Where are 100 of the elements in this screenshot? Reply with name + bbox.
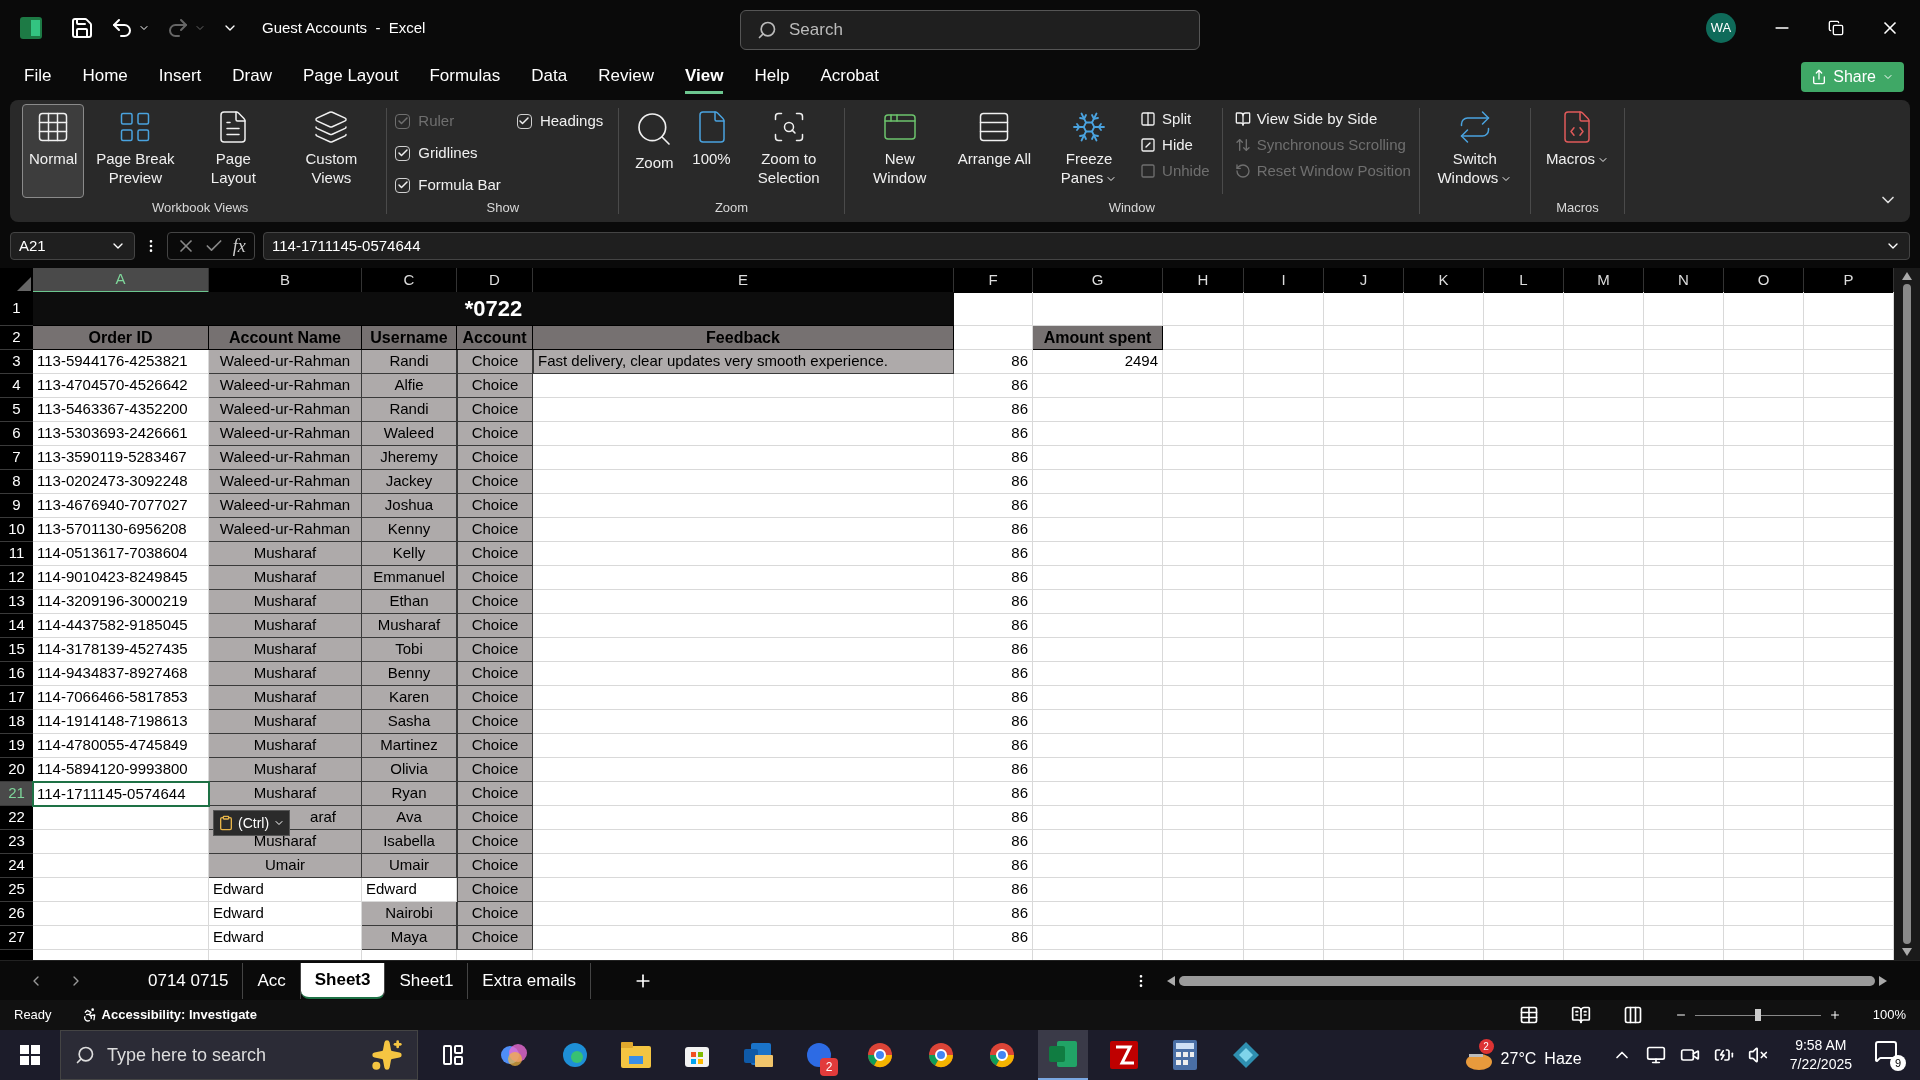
table-cell[interactable]: 114-3178139-4527435 xyxy=(33,638,209,662)
vertical-scrollbar[interactable] xyxy=(1894,268,1920,960)
weather-widget[interactable]: 2 27°C Haze xyxy=(1464,1039,1582,1071)
column-header[interactable]: K xyxy=(1404,268,1484,293)
network-icon[interactable] xyxy=(1645,1045,1666,1065)
column-header[interactable]: N xyxy=(1644,268,1724,293)
diamond-app-icon[interactable] xyxy=(1231,1040,1261,1070)
table-cell[interactable]: 114-7066466-5817853 xyxy=(33,686,209,710)
row-header[interactable]: 2 xyxy=(0,326,33,350)
table-cell[interactable]: 113-5463367-4352200 xyxy=(33,398,209,422)
table-cell[interactable]: 114-9434837-8927468 xyxy=(33,662,209,686)
accessibility-status[interactable]: Accessibility: Investigate xyxy=(81,1005,257,1025)
menu-tab[interactable]: Data xyxy=(531,60,568,94)
sheet-tab[interactable]: Acc xyxy=(243,962,301,999)
column-header[interactable]: G xyxy=(1033,268,1163,293)
column-header[interactable]: O xyxy=(1724,268,1804,293)
insert-function-button[interactable]: fx xyxy=(232,232,246,260)
table-cell[interactable]: 113-5303693-2426661 xyxy=(33,422,209,446)
ribbon-button[interactable]: View Side by Side xyxy=(1234,106,1411,132)
search-field[interactable]: Search xyxy=(740,10,1200,50)
table-cell[interactable]: 114-9010423-8249845 xyxy=(33,566,209,590)
user-avatar[interactable]: WA xyxy=(1706,13,1736,43)
row-header[interactable]: 13 xyxy=(0,590,33,614)
column-header[interactable]: L xyxy=(1484,268,1564,293)
row-header[interactable]: 14 xyxy=(0,614,33,638)
row-header[interactable]: 3 xyxy=(0,350,33,374)
menu-tab[interactable]: Draw xyxy=(232,60,272,94)
row-header[interactable]: 18 xyxy=(0,710,33,734)
calculator-icon[interactable] xyxy=(1173,1040,1197,1070)
table-cell[interactable]: 114-4780055-4745849 xyxy=(33,734,209,758)
page-break-view-icon[interactable] xyxy=(1622,1005,1643,1025)
row-header[interactable]: 16 xyxy=(0,662,33,686)
table-cell[interactable]: 114-3209196-3000219 xyxy=(33,590,209,614)
ribbon-button[interactable]: Zoom to Selection xyxy=(741,104,836,198)
menu-tab[interactable]: Review xyxy=(598,60,654,94)
row-header[interactable]: 8 xyxy=(0,470,33,494)
ribbon-button[interactable]: Normal xyxy=(22,104,85,198)
ribbon-button[interactable]: Switch Windows xyxy=(1427,104,1522,198)
clock[interactable]: 9:58 AM 7/22/2025 xyxy=(1789,1036,1852,1074)
formula-field[interactable]: 114-1711145-0574644 xyxy=(263,232,1910,260)
menu-tab[interactable]: View xyxy=(684,60,724,94)
folder-icon[interactable] xyxy=(621,1042,651,1068)
scroll-right-icon[interactable] xyxy=(1878,975,1887,986)
row-header[interactable]: 10 xyxy=(0,518,33,542)
menu-tab[interactable]: Formulas xyxy=(429,60,501,94)
spreadsheet-app-icon[interactable] xyxy=(1049,1041,1077,1067)
sheet-tab[interactable]: Sheet3 xyxy=(300,962,386,999)
browser-ring-icon[interactable] xyxy=(988,1041,1016,1069)
notifications-button[interactable]: 9 xyxy=(1874,1039,1906,1071)
menu-tab[interactable]: Insert xyxy=(158,60,202,94)
row-header[interactable]: 27 xyxy=(0,926,33,950)
menu-tab[interactable]: Home xyxy=(82,60,128,94)
ribbon-button[interactable]: Custom Views xyxy=(284,104,379,198)
muted-speaker-icon[interactable] xyxy=(1747,1045,1768,1065)
table-cell[interactable]: 114-0513617-7038604 xyxy=(33,542,209,566)
table-cell[interactable]: 114-1711145-0574644 xyxy=(33,782,209,806)
row-header[interactable]: 6 xyxy=(0,422,33,446)
name-box[interactable]: A21 xyxy=(10,232,135,260)
column-header[interactable]: P xyxy=(1804,268,1894,293)
table-cell[interactable]: 114-1914148-7198613 xyxy=(33,710,209,734)
checkbox-option[interactable]: Gridlines xyxy=(395,140,501,166)
row-header[interactable]: 11 xyxy=(0,542,33,566)
taskbar-search-field[interactable]: Type here to search xyxy=(60,1030,418,1080)
page-layout-view-icon[interactable] xyxy=(1570,1005,1591,1025)
column-header[interactable]: A xyxy=(33,268,209,293)
row-header[interactable]: 26 xyxy=(0,902,33,926)
table-cell[interactable]: 113-5944176-4253821 xyxy=(33,350,209,374)
table-cell[interactable]: 113-4676940-7077027 xyxy=(33,494,209,518)
table-cell[interactable]: 113-5701130-6956208 xyxy=(33,518,209,542)
mail-app-icon[interactable] xyxy=(743,1041,773,1069)
menu-tab[interactable]: Page Layout xyxy=(302,60,399,94)
row-header[interactable]: 21 xyxy=(0,782,33,806)
row-header[interactable]: 24 xyxy=(0,854,33,878)
select-all-icon[interactable] xyxy=(17,276,31,291)
table-cell[interactable]: 113-0202473-3092248 xyxy=(33,470,209,494)
row-header[interactable]: 7 xyxy=(0,446,33,470)
row-header[interactable]: 25 xyxy=(0,878,33,902)
ribbon-button[interactable]: 100% xyxy=(685,104,738,198)
row-header[interactable]: 23 xyxy=(0,830,33,854)
browser-ring-icon[interactable] xyxy=(927,1041,955,1069)
menu-tab[interactable]: Help xyxy=(754,60,790,94)
undo-icon[interactable] xyxy=(110,16,134,40)
ribbon-button[interactable]: Split xyxy=(1140,106,1210,132)
ribbon-button[interactable]: Page Break Preview xyxy=(88,104,183,198)
sheet-tab[interactable]: Extra emails xyxy=(468,962,591,999)
active-taskbar-button[interactable] xyxy=(1038,1030,1088,1080)
column-header[interactable]: B xyxy=(209,268,362,293)
ribbon-button[interactable]: Zoom xyxy=(627,104,682,198)
sheet-tab[interactable]: 0714 0715 xyxy=(134,962,244,999)
column-header[interactable]: I xyxy=(1244,268,1324,293)
zoom-percent[interactable]: 100% xyxy=(1872,1005,1906,1025)
paste-options-button[interactable]: (Ctrl) xyxy=(213,810,291,836)
menu-tab[interactable]: Acrobat xyxy=(820,60,879,94)
row-header[interactable]: 9 xyxy=(0,494,33,518)
row-header[interactable]: 17 xyxy=(0,686,33,710)
tile-app-icon[interactable] xyxy=(1110,1041,1138,1069)
horizontal-scrollbar[interactable] xyxy=(1166,973,1887,988)
row-header[interactable]: 19 xyxy=(0,734,33,758)
row-header[interactable]: 4 xyxy=(0,374,33,398)
zoom-in-icon[interactable] xyxy=(1828,1009,1841,1021)
